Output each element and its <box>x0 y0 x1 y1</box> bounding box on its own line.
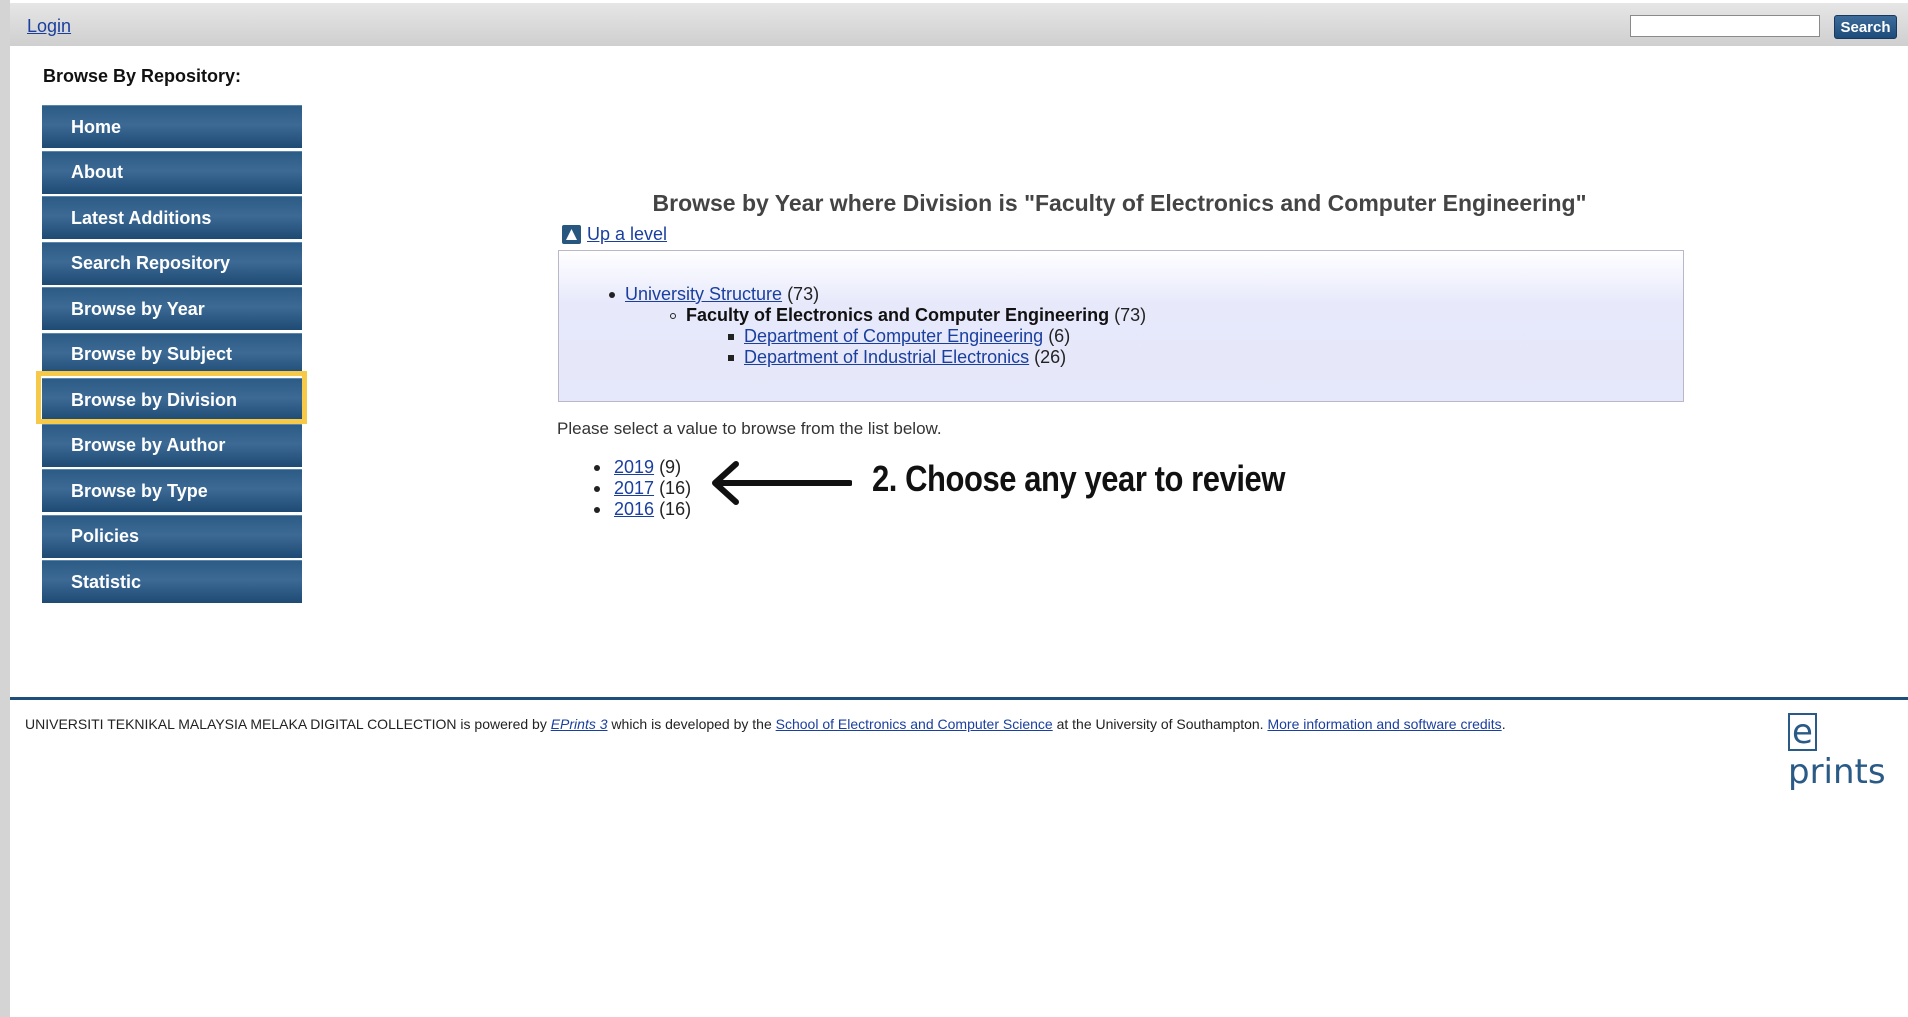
year-list: 2019 (9) 2017 (16) 2016 (16) <box>594 457 691 520</box>
up-a-level-label: Up a level <box>587 224 668 244</box>
bullet-disc-icon <box>594 506 600 513</box>
footer-text: UNIVERSITI TEKNIKAL MALAYSIA MELAKA DIGI… <box>25 716 1506 732</box>
bullet-disc-icon <box>609 292 615 299</box>
search-button[interactable]: Search <box>1834 15 1897 39</box>
footer-period: . <box>1501 716 1506 732</box>
sidebar-item-label: Browse by Subject <box>71 344 233 364</box>
sidebar-item-label: Search Repository <box>71 253 231 273</box>
faculty-count: (73) <box>1114 305 1147 325</box>
sidebar-item-browse-by-subject[interactable]: Browse by Subject <box>42 332 302 376</box>
university-structure-link[interactable]: University Structure <box>625 284 782 304</box>
footer-developed-by: which is developed by the <box>607 716 776 732</box>
department-count: (26) <box>1034 347 1067 367</box>
sidebar-heading: Browse By Repository: <box>43 66 242 86</box>
list-item: 2019 (9) <box>594 457 691 478</box>
up-arrow-icon <box>562 225 581 244</box>
sidebar-item-browse-by-author[interactable]: Browse by Author <box>42 423 302 467</box>
department-link-computer-engineering[interactable]: Department of Computer Engineering <box>744 326 1043 346</box>
sidebar-item-browse-by-type[interactable]: Browse by Type <box>42 469 302 512</box>
sidebar-item-label: Latest Additions <box>71 207 212 228</box>
sidebar-item-search-repository[interactable]: Search Repository <box>42 241 302 285</box>
list-item: 2017 (16) <box>594 478 691 499</box>
school-link[interactable]: School of Electronics and Computer Scien… <box>776 716 1053 732</box>
sidebar-item-label: Browse by Type <box>71 480 208 501</box>
sidebar-item-label: Browse by Year <box>71 298 205 319</box>
tree-faculty: Faculty of Electronics and Computer Engi… <box>670 305 1146 326</box>
footer-at-university: at the University of Southampton. <box>1052 716 1268 732</box>
left-gutter <box>0 0 10 1017</box>
up-a-level-link[interactable]: Up a level <box>562 224 667 245</box>
left-arrow-icon <box>712 461 852 505</box>
eprints-logo-e: e <box>1788 713 1817 751</box>
bullet-square-icon <box>728 355 734 362</box>
footer-divider <box>10 697 1908 700</box>
sidebar-item-label: Statistic <box>71 571 142 592</box>
faculty-label: Faculty of Electronics and Computer Engi… <box>686 305 1110 325</box>
eprints-logo-text: prints <box>1788 752 1886 792</box>
tree-department: Department of Computer Engineering (6) <box>728 326 1070 347</box>
sidebar-item-statistic[interactable]: Statistic <box>42 560 302 603</box>
footer-powered-by: is powered by <box>456 716 551 732</box>
bullet-disc-icon <box>594 485 600 492</box>
instruction-text: Please select a value to browse from the… <box>557 419 942 438</box>
footer-org: UNIVERSITI TEKNIKAL MALAYSIA MELAKA DIGI… <box>25 716 457 732</box>
eprints-link[interactable]: EPrints 3 <box>551 716 608 732</box>
list-item: 2016 (16) <box>594 499 691 520</box>
sidebar-menu: Home About Latest Additions Search Repos… <box>42 105 302 606</box>
department-count: (6) <box>1048 326 1071 346</box>
sidebar-item-about[interactable]: About <box>42 150 302 194</box>
year-count: (16) <box>659 499 692 519</box>
tree-root: University Structure (73) <box>609 284 819 305</box>
top-bar: Login Search <box>10 0 1908 46</box>
division-tree-panel: University Structure (73) Faculty of Ele… <box>558 250 1684 402</box>
search-input[interactable] <box>1630 15 1820 37</box>
sidebar-item-label: Policies <box>71 526 140 546</box>
tree-department: Department of Industrial Electronics (26… <box>728 347 1066 368</box>
tree-root-count: (73) <box>787 284 820 304</box>
year-link-2017[interactable]: 2017 <box>614 478 654 499</box>
annotation-text: 2. Choose any year to review <box>872 458 1285 499</box>
sidebar-item-label: Browse by Division <box>71 389 238 410</box>
page-title: Browse by Year where Division is "Facult… <box>652 190 1587 216</box>
credits-link[interactable]: More information and software credits <box>1267 716 1501 732</box>
sidebar-item-label: Home <box>71 116 122 137</box>
sidebar-item-label: About <box>71 162 123 182</box>
sidebar-item-home[interactable]: Home <box>42 105 302 148</box>
year-link-2016[interactable]: 2016 <box>614 499 654 520</box>
eprints-logo[interactable]: eprints <box>1788 712 1908 792</box>
sidebar-item-browse-by-year[interactable]: Browse by Year <box>42 287 302 330</box>
sidebar-item-label: Browse by Author <box>71 435 226 455</box>
department-link-industrial-electronics[interactable]: Department of Industrial Electronics <box>744 347 1029 367</box>
sidebar-item-browse-by-division[interactable]: Browse by Division <box>42 378 302 421</box>
bullet-circle-icon <box>670 313 676 320</box>
login-link[interactable]: Login <box>27 16 71 37</box>
bullet-square-icon <box>728 334 734 341</box>
year-count: (9) <box>659 457 682 477</box>
sidebar-item-latest-additions[interactable]: Latest Additions <box>42 196 302 239</box>
year-count: (16) <box>659 478 692 498</box>
bullet-disc-icon <box>594 464 600 471</box>
year-link-2019[interactable]: 2019 <box>614 457 654 478</box>
sidebar-item-policies[interactable]: Policies <box>42 514 302 558</box>
